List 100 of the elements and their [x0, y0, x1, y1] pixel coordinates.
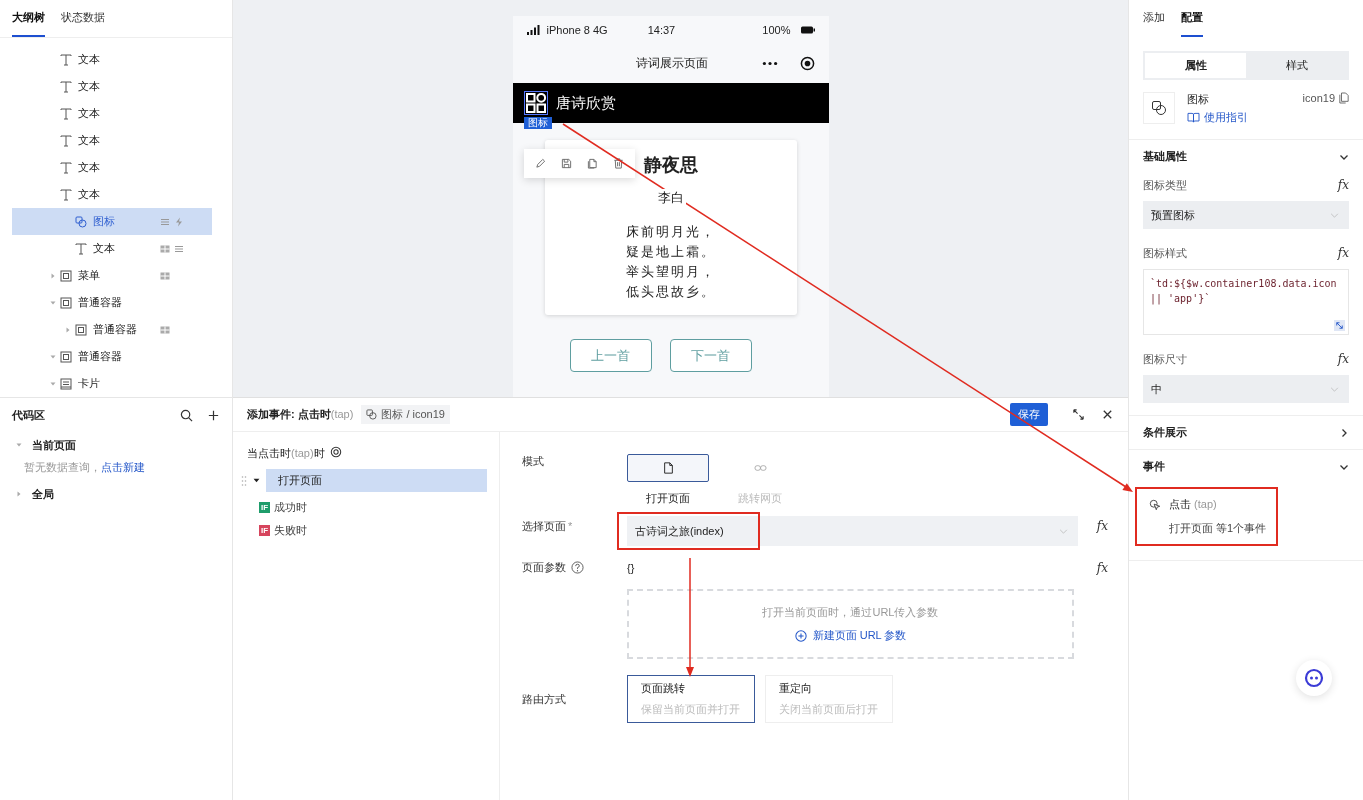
page-select[interactable]: 古诗词之旅(index)	[627, 516, 1078, 546]
text-icon	[60, 53, 72, 66]
panel-tab[interactable]: 添加	[1143, 0, 1165, 37]
tree-label: 文本	[78, 52, 100, 67]
tree-item[interactable]: 文本	[12, 181, 212, 208]
mode-label: 跳转网页	[738, 491, 782, 506]
chevron-icon[interactable]	[1339, 427, 1349, 438]
header-title: 唐诗欣赏	[555, 93, 616, 113]
save-button[interactable]: 保存	[1010, 403, 1048, 426]
poem-title: 静夜思	[643, 154, 698, 177]
text-icon	[60, 107, 72, 120]
clock-text: 14:37	[647, 24, 676, 36]
more-icon[interactable]	[761, 61, 778, 66]
help-icon[interactable]	[571, 561, 584, 574]
tree-item[interactable]: 卡片	[12, 370, 212, 397]
formula-button[interactable]: fx	[1337, 178, 1349, 192]
assistant-button[interactable]	[1296, 660, 1332, 696]
link-icon	[753, 464, 767, 472]
tree-label: 普通容器	[78, 295, 122, 310]
route-option[interactable]: 重定向 关闭当前页面后打开	[765, 675, 893, 723]
target-text: 图标 / icon19	[381, 407, 445, 422]
app-grid-icon[interactable]	[523, 91, 548, 115]
segment-tab[interactable]: 样式	[1246, 53, 1347, 78]
expand-icon[interactable]	[1072, 408, 1085, 421]
event-card[interactable]: 点击 (tap) 打开页面 等1个事件	[1135, 487, 1278, 546]
params-value: {}	[627, 561, 636, 574]
grid-icon	[160, 324, 170, 335]
record-icon[interactable]	[799, 56, 815, 71]
add-icon	[794, 629, 807, 642]
save-icon[interactable]	[560, 158, 572, 169]
tree-item[interactable]: 文本	[12, 73, 212, 100]
formula-button[interactable]: fx	[1337, 246, 1349, 260]
branch-label[interactable]: 失败时	[274, 522, 308, 538]
tree-item[interactable]: 文本	[12, 127, 212, 154]
caret-icon	[50, 380, 56, 387]
branch-label[interactable]: 成功时	[274, 499, 308, 515]
caret-icon	[16, 442, 22, 448]
event-name: 点击 (tap)	[1169, 497, 1217, 512]
copy-icon[interactable]	[586, 158, 598, 169]
caret-icon	[16, 491, 22, 497]
caret-icon	[50, 353, 56, 360]
field-label: 图标样式	[1143, 245, 1187, 261]
formula-button[interactable]: fx	[1078, 560, 1108, 575]
poem-line: 举头望明月，	[625, 263, 716, 281]
tree-item[interactable]: 文本	[12, 46, 212, 73]
segment-tab[interactable]: 属性	[1145, 53, 1246, 78]
resize-icon[interactable]	[1334, 320, 1345, 331]
panel-tab[interactable]: 大纲树	[12, 0, 45, 37]
grid-icon	[160, 270, 170, 281]
panel-tab[interactable]: 状态数据	[61, 0, 105, 37]
tree-item[interactable]: 文本	[12, 100, 212, 127]
tree-item[interactable]: 普通容器	[12, 289, 212, 316]
code-editor[interactable]: `td:${$w.container108.data.icon || 'app'}`	[1143, 269, 1349, 335]
poem-line: 疑是地上霜。	[625, 243, 716, 261]
container-icon	[60, 269, 72, 282]
create-link[interactable]: 点击新建	[101, 461, 145, 473]
copy-icon[interactable]	[1339, 92, 1349, 104]
delete-icon[interactable]	[612, 158, 624, 169]
tree-item[interactable]: 文本	[12, 154, 212, 181]
caret-icon[interactable]	[253, 477, 260, 484]
text-icon	[60, 80, 72, 93]
mode-option[interactable]	[627, 454, 709, 482]
search-icon[interactable]	[180, 408, 193, 422]
formula-button[interactable]: fx	[1337, 352, 1349, 366]
tree-item[interactable]: 普通容器	[12, 316, 212, 343]
action-item[interactable]: 打开页面	[266, 469, 487, 492]
text-icon	[75, 242, 87, 255]
add-param-button[interactable]: 新建页面 URL 参数	[794, 628, 907, 643]
tree-item[interactable]: 文本	[12, 235, 212, 262]
field-label: 图标尺寸	[1143, 351, 1187, 367]
list-icon	[160, 216, 170, 227]
guide-link[interactable]: 使用指引	[1187, 110, 1291, 125]
formula-button[interactable]: fx	[1078, 519, 1108, 533]
tree-item[interactable]: 当前页面	[12, 432, 220, 458]
component-id: icon19	[1302, 92, 1335, 104]
add-icon[interactable]	[207, 408, 220, 422]
battery-text: 100%	[762, 24, 791, 36]
drag-handle-icon[interactable]	[241, 474, 247, 487]
tree-item[interactable]: 图标	[12, 208, 212, 235]
event-summary: 打开页面 等1个事件	[1168, 521, 1268, 536]
tree-item[interactable]: 全局	[12, 481, 220, 507]
settings-icon[interactable]	[329, 446, 342, 458]
poem-line: 低头思故乡。	[625, 283, 716, 301]
tree-item[interactable]: 菜单	[12, 262, 212, 289]
tree-label: 文本	[78, 187, 100, 202]
select-field[interactable]: 预置图标	[1143, 201, 1349, 229]
close-icon[interactable]	[1101, 408, 1114, 421]
edit-icon[interactable]	[534, 158, 546, 169]
route-option[interactable]: 页面跳转 保留当前页面并打开	[627, 675, 755, 723]
field-label: 图标类型	[1143, 177, 1187, 193]
text-icon	[60, 134, 72, 147]
pointer-icon	[1149, 498, 1161, 511]
container-icon	[60, 350, 72, 363]
tree-item[interactable]: 普通容器	[12, 343, 212, 370]
panel-tab[interactable]: 配置	[1181, 0, 1203, 37]
tree-label: 文本	[78, 160, 100, 175]
trigger-label: 当点击时(tap)时	[247, 446, 325, 461]
condition-badge: IF	[259, 524, 271, 536]
select-field[interactable]: 中	[1143, 375, 1349, 403]
tree-label: 普通容器	[93, 322, 137, 337]
